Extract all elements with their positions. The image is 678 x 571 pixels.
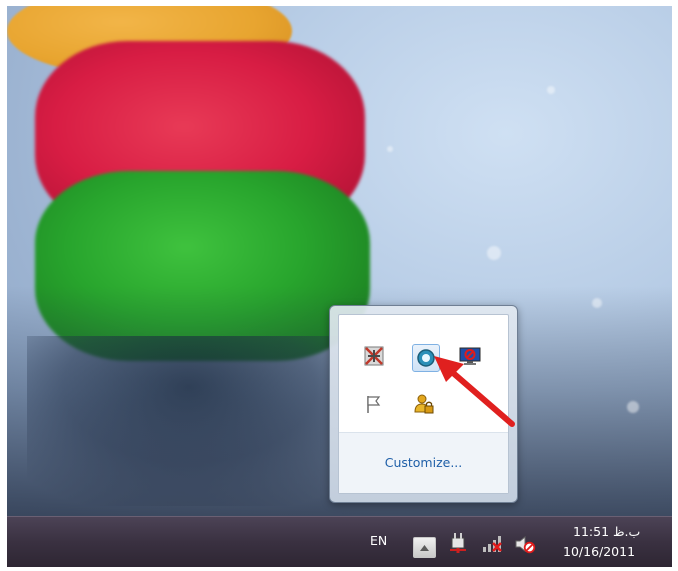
power-plug-icon[interactable]: [447, 532, 469, 554]
taskbar: EN 11:51 ب.ظ 10/16/2011: [7, 516, 672, 567]
customize-area: Customize...: [339, 433, 508, 493]
wallpaper-bokeh: [592, 298, 602, 308]
chevron-up-icon: [420, 544, 429, 551]
show-hidden-icons-button[interactable]: [413, 537, 436, 558]
wallpaper-bokeh: [547, 86, 555, 94]
network-crossed-icon[interactable]: [363, 345, 385, 367]
volume-muted-icon[interactable]: [514, 533, 536, 555]
customize-link[interactable]: Customize...: [339, 455, 508, 470]
wallpaper-bokeh: [627, 401, 639, 413]
action-center-flag-icon[interactable]: [363, 393, 385, 415]
screenshot-frame: Customize... EN 11:51 ب.ظ 10/16/2011: [0, 0, 678, 571]
wallpaper-bokeh: [387, 146, 393, 152]
wallpaper-bokeh: [487, 246, 501, 260]
clock-date[interactable]: 10/16/2011: [563, 544, 635, 559]
annotation-arrow-icon: [434, 356, 515, 427]
network-disconnected-icon[interactable]: [482, 533, 504, 555]
clock-time[interactable]: 11:51 ب.ظ: [573, 524, 640, 539]
language-indicator[interactable]: EN: [370, 533, 387, 548]
